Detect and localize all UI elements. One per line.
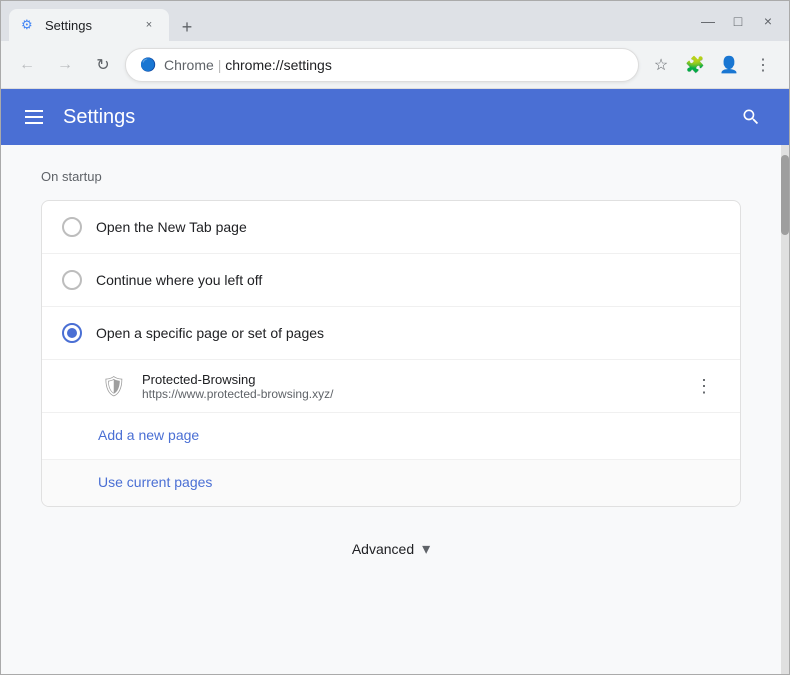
settings-header: Settings xyxy=(1,89,789,145)
page-url: https://www.protected-browsing.xyz/ xyxy=(142,387,688,401)
settings-area: Settings PC On startup xyxy=(1,89,789,674)
chrome-menu-button[interactable]: ⋮ xyxy=(747,49,779,81)
reload-button[interactable]: ↻ xyxy=(87,49,119,81)
startup-options-card: Open the New Tab page Continue where you… xyxy=(41,200,741,507)
page-info: Protected-Browsing https://www.protected… xyxy=(142,372,688,401)
add-new-page-row[interactable]: Add a new page xyxy=(42,413,740,460)
title-bar: ⚙ Settings × + — □ × xyxy=(1,1,789,41)
radio-label-specific: Open a specific page or set of pages xyxy=(96,325,324,341)
hamburger-menu-button[interactable] xyxy=(21,106,47,128)
advanced-section[interactable]: Advanced ▾ xyxy=(41,539,741,559)
radio-option-specific[interactable]: Open a specific page or set of pages xyxy=(42,307,740,360)
page-favicon-icon: 🛡 xyxy=(101,374,126,399)
settings-page-title: Settings xyxy=(63,106,135,129)
radio-circle-specific xyxy=(62,323,82,343)
page-name: Protected-Browsing xyxy=(142,372,688,387)
radio-option-continue[interactable]: Continue where you left off xyxy=(42,254,740,307)
tab-favicon: ⚙ xyxy=(21,17,37,33)
page-favicon-container: 🛡 xyxy=(98,370,130,402)
startup-page-entry: 🛡 Protected-Browsing https://www.protect… xyxy=(42,360,740,413)
settings-search-button[interactable] xyxy=(733,99,769,135)
settings-content: PC On startup Open the New Tab page Cont… xyxy=(1,145,789,674)
page-menu-button[interactable]: ⋮ xyxy=(688,370,720,402)
tab-title: Settings xyxy=(45,18,133,33)
extensions-button[interactable]: 🧩 xyxy=(679,49,711,81)
site-name: Chrome xyxy=(164,57,214,73)
bookmark-button[interactable]: ☆ xyxy=(645,49,677,81)
address-bar[interactable]: 🔵 Chrome | chrome://settings xyxy=(125,48,639,82)
add-new-page-link[interactable]: Add a new page xyxy=(98,427,199,443)
address-favicon: 🔵 xyxy=(140,57,156,73)
window-close-button[interactable]: × xyxy=(755,8,781,34)
window-controls: — □ × xyxy=(695,8,781,34)
use-current-pages-row[interactable]: Use current pages xyxy=(42,460,740,506)
content-inner: On startup Open the New Tab page Continu… xyxy=(41,169,741,559)
use-current-pages-link[interactable]: Use current pages xyxy=(98,474,212,490)
tab-area: ⚙ Settings × + xyxy=(9,1,691,41)
active-tab[interactable]: ⚙ Settings × xyxy=(9,9,169,41)
radio-circle-continue xyxy=(62,270,82,290)
radio-label-continue: Continue where you left off xyxy=(96,272,262,288)
hamburger-line-2 xyxy=(25,116,43,118)
hamburger-line-1 xyxy=(25,110,43,112)
settings-main: PC On startup Open the New Tab page Cont… xyxy=(1,145,781,674)
browser-window: ⚙ Settings × + — □ × ← → ↻ 🔵 Chrome | ch… xyxy=(0,0,790,675)
radio-circle-new-tab xyxy=(62,217,82,237)
navigation-bar: ← → ↻ 🔵 Chrome | chrome://settings ☆ 🧩 👤… xyxy=(1,41,789,89)
tab-close-button[interactable]: × xyxy=(141,17,157,33)
search-icon xyxy=(741,107,761,127)
forward-button[interactable]: → xyxy=(49,49,81,81)
maximize-button[interactable]: □ xyxy=(725,8,751,34)
advanced-label: Advanced xyxy=(352,541,414,557)
address-url: chrome://settings xyxy=(225,57,332,73)
radio-option-new-tab[interactable]: Open the New Tab page xyxy=(42,201,740,254)
scrollbar-track[interactable] xyxy=(781,145,789,674)
radio-label-new-tab: Open the New Tab page xyxy=(96,219,247,235)
chevron-down-icon: ▾ xyxy=(422,539,430,559)
hamburger-line-3 xyxy=(25,122,43,124)
profile-button[interactable]: 👤 xyxy=(713,49,745,81)
back-button[interactable]: ← xyxy=(11,49,43,81)
settings-header-left: Settings xyxy=(21,106,135,129)
new-tab-button[interactable]: + xyxy=(173,13,201,41)
address-text: Chrome | chrome://settings xyxy=(164,57,624,73)
on-startup-section-title: On startup xyxy=(41,169,741,184)
minimize-button[interactable]: — xyxy=(695,8,721,34)
nav-actions: ☆ 🧩 👤 ⋮ xyxy=(645,49,779,81)
scrollbar-thumb[interactable] xyxy=(781,155,789,235)
